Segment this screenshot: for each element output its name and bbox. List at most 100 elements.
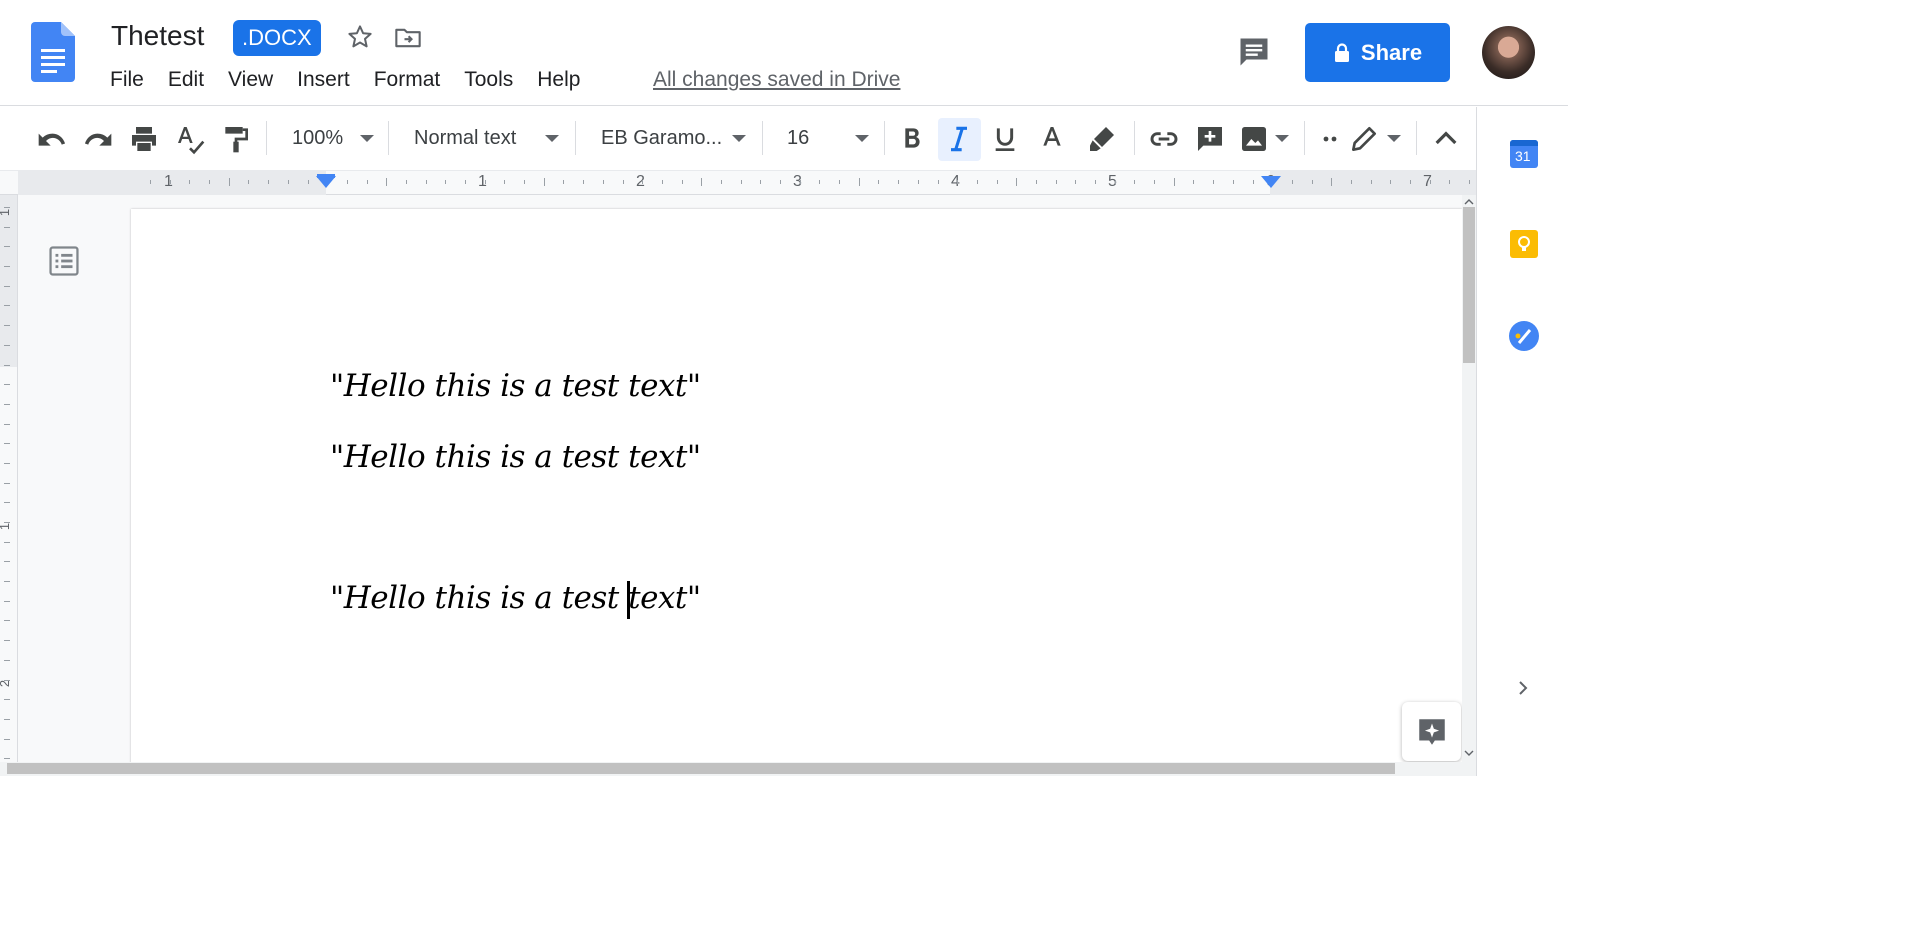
star-icon[interactable] bbox=[345, 22, 375, 52]
ruler-tick bbox=[1233, 180, 1234, 184]
document-outline-icon[interactable] bbox=[47, 244, 81, 278]
ruler-tick bbox=[1253, 180, 1254, 184]
document-paragraph[interactable]: "Hello this is a test text" bbox=[330, 439, 701, 475]
image-caret-icon[interactable] bbox=[1275, 135, 1289, 142]
ruler-tick bbox=[209, 180, 210, 184]
ruler-tick bbox=[898, 180, 899, 184]
highlight-color-icon[interactable] bbox=[1086, 123, 1118, 155]
ruler-tick bbox=[150, 180, 151, 184]
ruler-tick bbox=[1371, 180, 1372, 184]
ruler-tick bbox=[229, 178, 230, 186]
account-avatar[interactable] bbox=[1482, 26, 1535, 79]
ruler-tick bbox=[583, 180, 584, 184]
italic-icon[interactable] bbox=[943, 123, 975, 155]
vertical-ruler[interactable]: 1 1 2 bbox=[0, 195, 18, 776]
vertical-scrollbar-thumb[interactable] bbox=[1463, 207, 1475, 363]
document-paragraph[interactable]: "Hello this is a test text" bbox=[330, 580, 701, 616]
print-icon[interactable] bbox=[128, 123, 160, 155]
ruler-tick bbox=[623, 180, 624, 184]
ruler-tick bbox=[603, 180, 604, 184]
tasks-icon[interactable] bbox=[1508, 320, 1540, 352]
vruler-tick bbox=[4, 620, 10, 621]
comments-icon[interactable] bbox=[1236, 34, 1272, 70]
ruler-tick bbox=[1312, 180, 1313, 184]
lightbulb-icon bbox=[1518, 236, 1530, 251]
ruler-tick bbox=[1075, 180, 1076, 184]
font-select[interactable]: EB Garamo... bbox=[601, 127, 722, 150]
insert-link-icon[interactable] bbox=[1148, 123, 1180, 155]
menu-format[interactable]: Format bbox=[374, 66, 452, 94]
vruler-tick bbox=[4, 365, 10, 366]
calendar-day: 31 bbox=[1515, 148, 1531, 164]
ruler-tick bbox=[1154, 180, 1155, 184]
menu-file[interactable]: File bbox=[110, 66, 155, 94]
editing-mode-caret-icon[interactable] bbox=[1387, 135, 1401, 142]
font-size-select[interactable]: 16 bbox=[787, 127, 809, 150]
zoom-caret-icon[interactable] bbox=[360, 135, 374, 142]
ruler-tick bbox=[544, 178, 545, 186]
calendar-icon[interactable]: 31 bbox=[1510, 140, 1538, 168]
vruler-tick bbox=[4, 660, 10, 661]
spellcheck-icon[interactable] bbox=[174, 123, 206, 155]
save-status-link[interactable]: All changes saved in Drive bbox=[653, 66, 900, 94]
vruler-tick bbox=[4, 522, 10, 523]
vruler-tick bbox=[4, 266, 10, 267]
vruler-tick bbox=[4, 699, 10, 700]
vruler-tick bbox=[4, 207, 10, 208]
underline-icon[interactable] bbox=[989, 123, 1021, 155]
right-indent-marker[interactable] bbox=[1261, 176, 1281, 188]
expand-panel-icon[interactable] bbox=[1514, 679, 1532, 697]
more-options-icon[interactable] bbox=[1318, 123, 1350, 155]
docs-logo-icon[interactable] bbox=[31, 22, 75, 82]
ruler-tick bbox=[1174, 178, 1175, 186]
ruler-tick bbox=[997, 180, 998, 184]
ruler-tick bbox=[642, 180, 643, 184]
ruler-tick bbox=[701, 178, 702, 186]
ruler-tick bbox=[1134, 180, 1135, 184]
vruler-tick bbox=[4, 601, 10, 602]
vruler-tick bbox=[4, 581, 10, 582]
first-line-indent-marker[interactable] bbox=[317, 174, 335, 178]
share-button[interactable]: Share bbox=[1305, 23, 1450, 82]
ruler-tick bbox=[760, 180, 761, 184]
menu-view[interactable]: View bbox=[228, 66, 284, 94]
menu-insert[interactable]: Insert bbox=[297, 66, 361, 94]
vruler-tick bbox=[4, 561, 10, 562]
document-title[interactable]: Thetest bbox=[111, 20, 204, 52]
editing-mode-icon[interactable] bbox=[1348, 123, 1380, 155]
vruler-tick bbox=[4, 345, 10, 346]
scroll-up-icon[interactable] bbox=[1463, 197, 1475, 207]
add-comment-icon[interactable] bbox=[1194, 123, 1226, 155]
menu-edit[interactable]: Edit bbox=[168, 66, 215, 94]
horizontal-ruler[interactable]: 1 1 2 3 4 5 6 7 bbox=[0, 171, 1476, 195]
vruler-tick bbox=[4, 384, 10, 385]
insert-image-icon[interactable] bbox=[1238, 123, 1270, 155]
undo-icon[interactable] bbox=[36, 123, 68, 155]
scroll-down-icon[interactable] bbox=[1463, 748, 1475, 758]
side-panel: 31 bbox=[1476, 107, 1568, 776]
bold-icon[interactable] bbox=[896, 123, 928, 155]
vruler-tick bbox=[4, 758, 10, 759]
menu-tools[interactable]: Tools bbox=[464, 66, 524, 94]
text-color-icon[interactable] bbox=[1036, 123, 1068, 155]
collapse-menus-icon[interactable] bbox=[1430, 123, 1462, 155]
keep-icon[interactable] bbox=[1510, 230, 1538, 258]
vruler-tick bbox=[4, 680, 10, 681]
font-size-caret-icon[interactable] bbox=[855, 135, 869, 142]
vruler-tick bbox=[4, 227, 10, 228]
font-caret-icon[interactable] bbox=[732, 135, 746, 142]
document-page[interactable] bbox=[131, 209, 1462, 776]
move-to-folder-icon[interactable] bbox=[394, 24, 422, 52]
ruler-tick bbox=[308, 180, 309, 184]
zoom-select[interactable]: 100% bbox=[292, 127, 343, 150]
document-paragraph[interactable]: "Hello this is a test text" bbox=[330, 368, 701, 404]
redo-icon[interactable] bbox=[82, 123, 114, 155]
paint-format-icon[interactable] bbox=[220, 123, 252, 155]
style-caret-icon[interactable] bbox=[545, 135, 559, 142]
paragraph-style-select[interactable]: Normal text bbox=[414, 127, 516, 150]
explore-button[interactable] bbox=[1402, 702, 1461, 761]
menu-help[interactable]: Help bbox=[537, 66, 591, 94]
ruler-tick bbox=[1115, 180, 1116, 184]
vruler-tick bbox=[4, 424, 10, 425]
horizontal-scrollbar-thumb[interactable] bbox=[7, 763, 1395, 774]
